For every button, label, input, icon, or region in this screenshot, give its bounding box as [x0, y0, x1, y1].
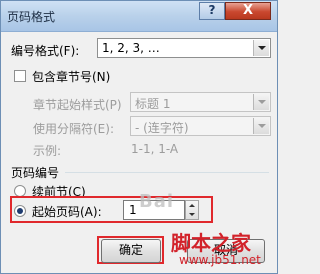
- separator-label: 使用分隔符(E):: [33, 122, 114, 136]
- include-chapter-label: 包含章节号(N): [32, 70, 111, 84]
- highlight-start-at: [10, 196, 213, 223]
- help-button[interactable]: ?: [199, 2, 225, 20]
- number-format-dropdown[interactable]: 1, 2, 3, …: [97, 38, 271, 58]
- chevron-down-icon[interactable]: [253, 40, 269, 56]
- title-bar[interactable]: 页码格式 ? X: [1, 1, 277, 32]
- page-numbering-group-label: 页码编号: [11, 166, 60, 180]
- dialog-title: 页码格式: [7, 10, 56, 24]
- example-value: 1-1, 1-A: [131, 142, 179, 156]
- separator-dropdown[interactable]: - (连字符): [130, 116, 271, 136]
- page-number-format-dialog: 页码格式 ? X 编号格式(F): 1, 2, 3, … 包含章节号(N) 章节…: [0, 0, 278, 274]
- separator-value: - (连字符): [135, 121, 189, 135]
- chevron-down-icon[interactable]: [253, 94, 269, 110]
- watermark-url: www.jb51.net: [179, 253, 261, 267]
- ok-button[interactable]: 确定: [101, 239, 161, 263]
- number-format-label: 编号格式(F):: [11, 44, 80, 58]
- close-button[interactable]: X: [225, 2, 271, 20]
- watermark-site-name: 脚本之家: [171, 231, 251, 255]
- number-format-value: 1, 2, 3, …: [102, 41, 160, 55]
- chapter-style-dropdown[interactable]: 标题 1: [130, 92, 271, 112]
- include-chapter-checkbox[interactable]: [14, 70, 26, 82]
- chapter-style-label: 章节起始样式(P): [33, 98, 122, 112]
- group-divider: [65, 172, 269, 173]
- watermark-baidu: Bai: [139, 191, 175, 212]
- example-label: 示例:: [33, 144, 62, 158]
- chapter-style-value: 标题 1: [135, 97, 171, 111]
- chevron-down-icon[interactable]: [253, 118, 269, 134]
